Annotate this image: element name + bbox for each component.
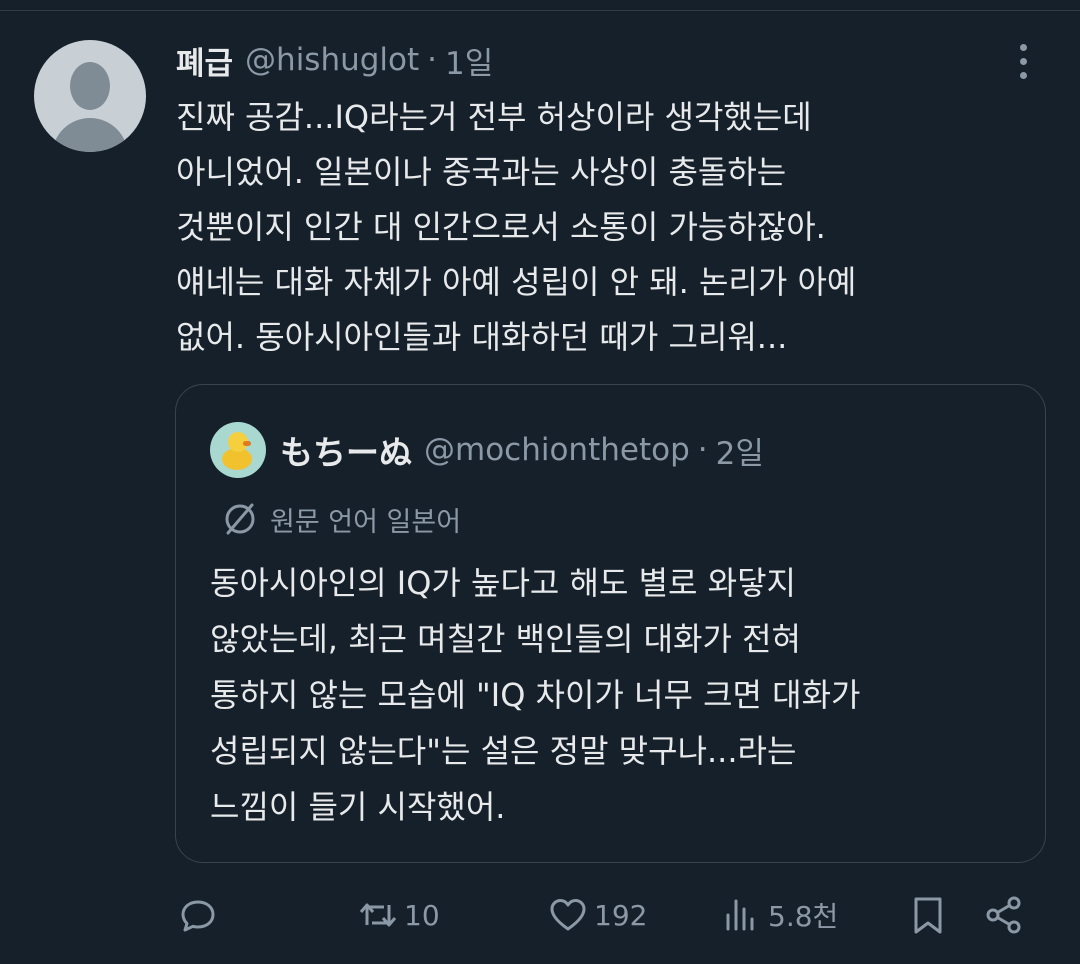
quoted-author-handle: @mochionthetop: [424, 432, 690, 468]
quoted-text-line: 통하지 않는 모습에 "IQ 차이가 너무 크면 대화가: [210, 676, 861, 714]
translation-notice[interactable]: 원문 언어 일본어: [220, 499, 461, 539]
quoted-post-text: 동아시아인의 IQ가 높다고 해도 별로 와닿지 않았는데, 최근 며칠간 백인…: [210, 555, 860, 835]
quoted-text-line: 성립되지 않는다"는 설은 정말 맞구나...라는: [210, 732, 797, 770]
views-button[interactable]: 5.8천: [720, 893, 838, 937]
quoted-author-name: もちーぬ: [280, 433, 412, 472]
quoted-post[interactable]: もちーぬ @mochionthetop · 2일 원문 언어 일본어 동아시아인…: [175, 384, 1046, 863]
author-handle[interactable]: @hishuglot: [245, 42, 419, 78]
translate-icon: [225, 503, 255, 535]
post-text: 진짜 공감...IQ라는거 전부 허상이라 생각했는데 아니었어. 일본이나 중…: [176, 90, 1046, 365]
post-text-line: 진짜 공감...IQ라는거 전부 허상이라 생각했는데: [176, 98, 812, 136]
top-divider: [0, 0, 1080, 11]
bookmark-button[interactable]: [906, 893, 950, 937]
post-time[interactable]: 1일: [445, 38, 493, 83]
post-header: 폐급 @hishuglot · 1일: [176, 38, 493, 82]
post-text-line: 얘네는 대화 자체가 아예 성립이 안 돼. 논리가 아예: [176, 263, 857, 301]
quoted-avatar[interactable]: [210, 422, 266, 478]
quoted-text-line: 동아시아인의 IQ가 높다고 해도 별로 와닿지: [210, 564, 796, 602]
bookmark-icon: [914, 897, 942, 934]
more-icon[interactable]: [1008, 40, 1038, 84]
separator-dot: ·: [697, 432, 708, 468]
repost-button[interactable]: 10: [356, 893, 440, 937]
quoted-text-line: 않았는데, 최근 며칠간 백인들의 대화가 전혀: [210, 620, 801, 658]
translation-label: 원문 언어 일본어: [270, 506, 462, 538]
post-text-line: 아니었어. 일본이나 중국과는 사상이 충돌하는: [176, 153, 787, 191]
avatar-body: [52, 118, 128, 152]
quoted-text-line: 느낌이 들기 시작했어.: [210, 788, 506, 826]
share-icon: [986, 896, 1021, 934]
quoted-post-header: もちーぬ @mochionthetop · 2일: [210, 422, 764, 478]
post-text-line: 없어. 동아시아인들과 대화하던 때가 그리워...: [176, 318, 788, 356]
reply-button[interactable]: [176, 893, 220, 937]
repost-icon: [359, 903, 397, 927]
avatar[interactable]: [34, 40, 146, 152]
avatar-head: [70, 62, 110, 110]
like-count: 192: [594, 898, 648, 932]
post-text-line: 것뿐이지 인간 대 인간으로서 소통이 가능하잖아.: [176, 208, 826, 246]
quoted-post-time: 2일: [715, 435, 764, 472]
heart-icon: [550, 899, 586, 931]
repost-count: 10: [404, 898, 440, 932]
views-count: 5.8천: [768, 900, 839, 933]
share-button[interactable]: [982, 893, 1026, 937]
reply-icon: [181, 900, 215, 932]
duck-beak: [243, 441, 251, 446]
author-name[interactable]: 폐급: [176, 38, 233, 83]
like-button[interactable]: 192: [546, 893, 647, 937]
views-icon: [726, 899, 754, 931]
separator-dot: ·: [427, 42, 438, 78]
